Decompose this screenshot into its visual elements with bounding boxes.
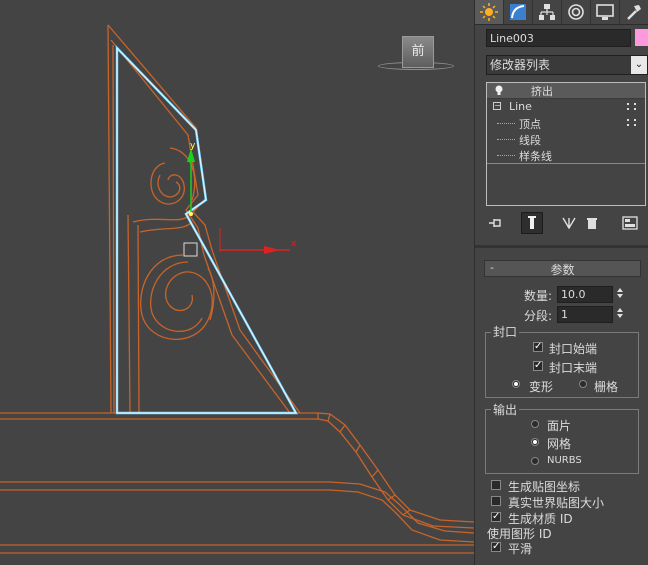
viewport-scene: y x (0, 24, 474, 554)
amount-label: 数量: (524, 289, 553, 303)
output-nurbs-label: NURBS (547, 455, 582, 466)
hierarchy-tab[interactable] (533, 0, 562, 24)
stack-item-label: 挤出 (531, 85, 553, 98)
segments-spinner[interactable] (616, 306, 624, 324)
output-mesh-radio[interactable] (531, 438, 539, 446)
output-patch-label: 面片 (547, 419, 572, 433)
chevron-down-icon[interactable]: ⌄ (631, 56, 647, 74)
stack-subitem-label: 顶点 (519, 118, 541, 131)
modifier-stack: 挤出 − Line 顶点 线段 样条线 (486, 82, 646, 206)
cap-start-label: 封口始端 (549, 342, 598, 356)
output-patch-radio[interactable] (531, 420, 539, 428)
arc-icon (510, 4, 526, 20)
stack-base-label: Line (509, 100, 532, 113)
sub-object-icon (627, 119, 637, 127)
gen-mapping-checkbox[interactable] (491, 480, 501, 490)
output-mesh-label: 网格 (547, 437, 572, 451)
output-group-title: 输出 (491, 401, 520, 418)
modifier-list-label: 修改器列表 (490, 58, 551, 72)
parameters-rollout-header[interactable]: - 参数 (484, 260, 641, 277)
stack-item-extrude[interactable]: 挤出 (487, 83, 645, 99)
sub-object-icon (627, 103, 637, 111)
pin-icon (489, 219, 501, 227)
smooth-label: 平滑 (508, 542, 533, 556)
gizmo-x-label: x (291, 239, 297, 249)
segments-input[interactable]: 1 (557, 306, 613, 323)
motion-tab[interactable] (562, 0, 591, 24)
viewcube-front-face[interactable]: 前 (402, 36, 434, 68)
show-end-result-button[interactable] (521, 212, 543, 234)
object-name-field[interactable]: Line003 (486, 29, 631, 47)
panel-divider (475, 24, 648, 25)
morph-label: 变形 (529, 380, 554, 394)
trash-icon (587, 218, 597, 229)
capping-group-title: 封口 (491, 323, 520, 340)
stack-subitem-vertex[interactable]: 顶点 (487, 115, 645, 131)
cap-start-checkbox[interactable]: ✓ (533, 342, 543, 352)
hierarchy-icon (539, 4, 555, 20)
tree-connector (497, 155, 515, 156)
stack-toolbar (475, 212, 648, 234)
viewport[interactable]: y x 前 (0, 0, 474, 565)
grid-label: 栅格 (594, 380, 619, 394)
amount-input[interactable]: 10.0 (557, 286, 613, 303)
monitor-icon (596, 4, 614, 20)
make-unique-button[interactable] (558, 212, 580, 234)
display-tab[interactable] (591, 0, 620, 24)
end-result-icon (528, 216, 536, 229)
stack-subitem-label: 样条线 (519, 150, 552, 163)
fork-icon (562, 217, 576, 230)
gizmo-y-label: y (190, 141, 196, 151)
tree-connector (497, 123, 515, 124)
stack-subitem-label: 线段 (519, 134, 541, 147)
stack-subitem-segment[interactable]: 线段 (487, 131, 645, 147)
real-world-checkbox[interactable] (491, 496, 501, 506)
command-panel: Line003 修改器列表 ⌄ 挤出 − Line 顶点 线段 样条线 - 参数… (474, 0, 648, 565)
output-nurbs-radio[interactable] (531, 457, 539, 465)
grid-radio[interactable] (579, 380, 587, 388)
collapse-icon[interactable]: − (493, 102, 501, 110)
bracket-outline (107, 24, 301, 414)
base-slab-outline (0, 412, 474, 554)
create-tab[interactable] (475, 0, 504, 24)
amount-spinner[interactable] (616, 286, 624, 304)
motion-icon (568, 4, 584, 20)
real-world-label: 真实世界贴图大小 (508, 496, 605, 510)
cap-end-checkbox[interactable]: ✓ (533, 361, 543, 371)
cap-end-label: 封口末端 (549, 361, 598, 375)
configure-icon (622, 216, 638, 230)
segments-label: 分段: (524, 309, 553, 323)
rollout-title: 参数 (550, 263, 575, 277)
hammer-icon (627, 5, 641, 20)
viewcube[interactable]: 前 (378, 34, 454, 76)
gen-matid-checkbox[interactable]: ✓ (491, 512, 501, 522)
utilities-tab[interactable] (620, 0, 648, 24)
stack-item-line[interactable]: − Line (487, 99, 645, 115)
morph-radio[interactable] (512, 380, 520, 388)
lightbulb-icon[interactable] (494, 85, 504, 95)
pin-stack-button[interactable] (484, 212, 506, 234)
configure-sets-button[interactable] (619, 212, 641, 234)
object-color-swatch[interactable] (635, 29, 648, 46)
remove-modifier-button[interactable] (581, 212, 603, 234)
tree-connector (497, 139, 515, 140)
panel-divider (475, 245, 648, 248)
stack-subitem-spline[interactable]: 样条线 (487, 147, 645, 164)
gen-mapping-label: 生成贴图坐标 (508, 480, 581, 494)
command-panel-tabs (475, 0, 648, 24)
modifier-list-dropdown[interactable]: 修改器列表 ⌄ (486, 55, 648, 75)
sun-icon (480, 3, 498, 21)
smooth-checkbox[interactable]: ✓ (491, 542, 501, 552)
modify-tab[interactable] (504, 0, 533, 24)
